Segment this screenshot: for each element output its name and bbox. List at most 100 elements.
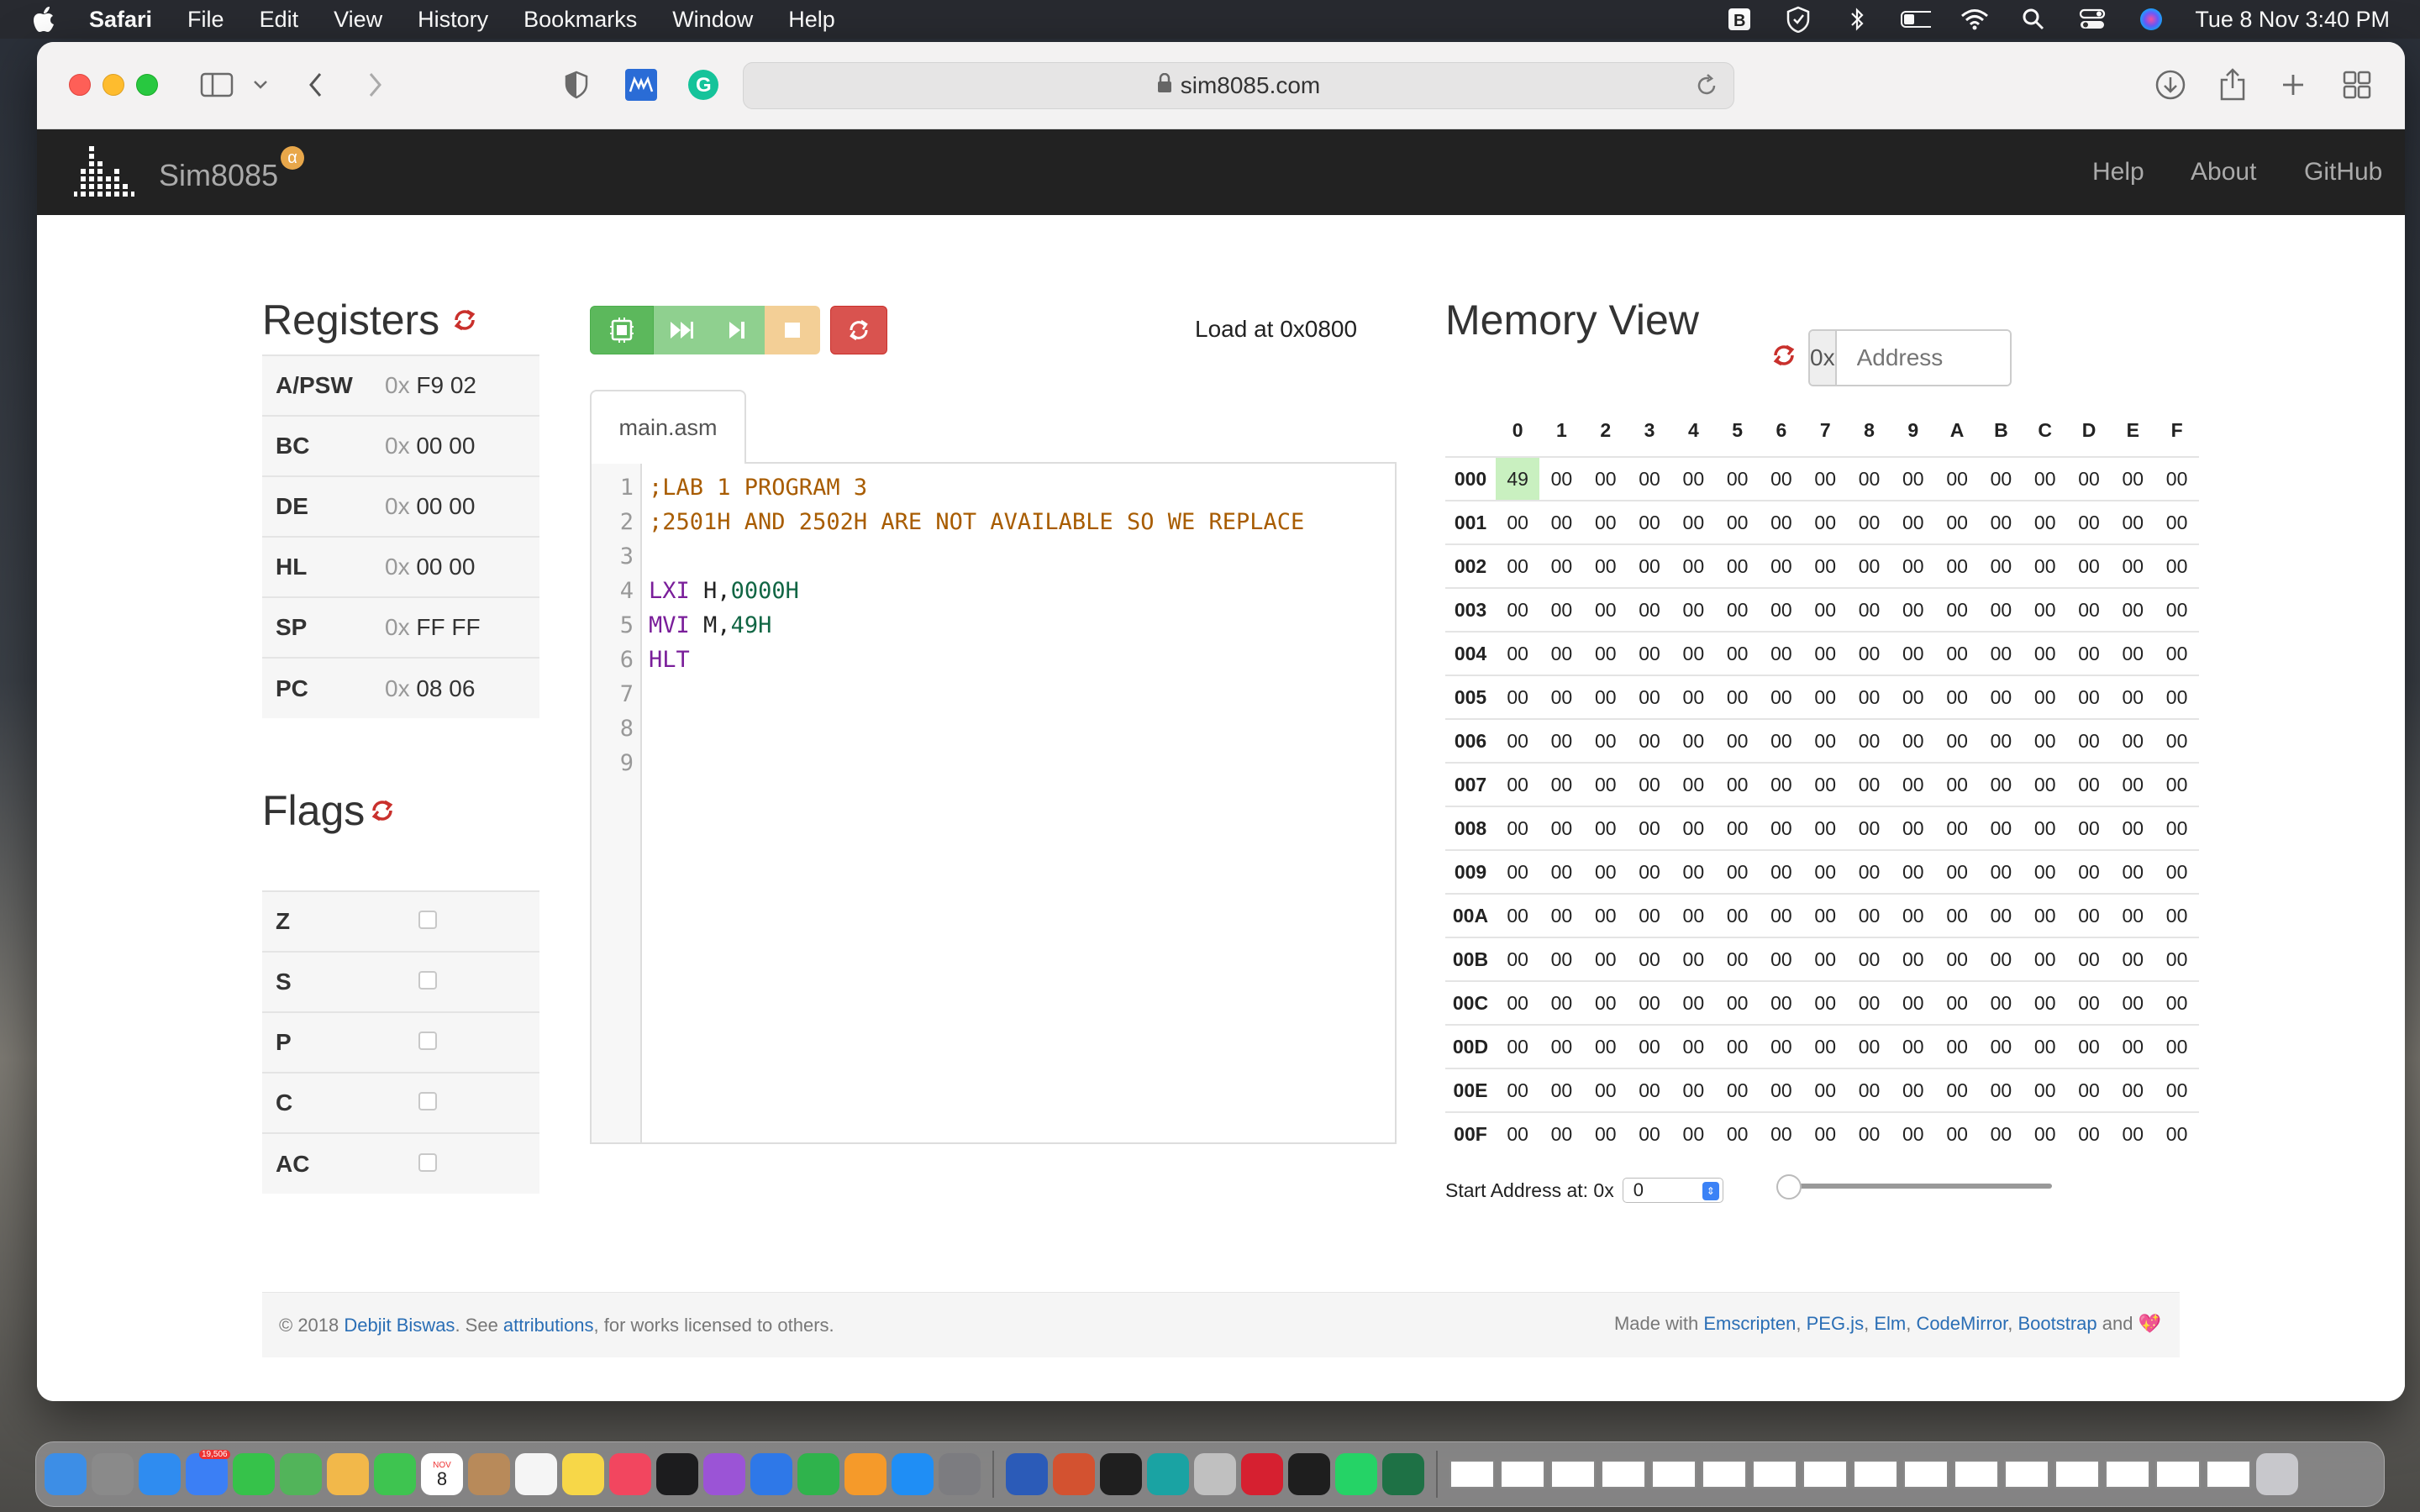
memory-cell[interactable]: 00 [1803,631,1848,675]
register-value[interactable]: FF FF [410,614,480,640]
memory-cell[interactable]: 00 [1934,1111,1980,1156]
tool-link[interactable]: PEG.js [1807,1313,1864,1334]
memory-cell[interactable]: 00 [1539,849,1584,894]
memory-cell[interactable]: 00 [1847,500,1891,544]
memory-cell[interactable]: 00 [1539,1024,1584,1068]
app-store-icon[interactable] [892,1453,934,1495]
minimized-window-thumbnail[interactable] [2206,1460,2251,1488]
memory-cell[interactable]: 00 [1496,1111,1540,1156]
memory-cell[interactable]: 00 [1847,456,1891,501]
memory-cell[interactable]: 00 [1803,456,1848,501]
memory-cell[interactable]: 00 [1539,980,1584,1025]
reminders-icon[interactable] [515,1453,557,1495]
word-icon[interactable] [1006,1453,1048,1495]
code-line[interactable]: 1 ;LAB 1 PROGRAM 3 [592,472,1395,504]
memory-cell[interactable]: 00 [1759,1024,1804,1068]
memory-cell[interactable]: 00 [2154,718,2199,763]
memory-cell[interactable]: 00 [2111,893,2155,937]
memory-cell[interactable]: 00 [2154,980,2199,1025]
memory-cell[interactable]: 00 [1979,893,2023,937]
memory-cell[interactable]: 00 [1671,718,1716,763]
memory-cell[interactable]: 00 [1803,543,1848,588]
memory-cell[interactable]: 00 [1627,587,1672,632]
memory-cell[interactable]: 00 [1539,937,1584,981]
menu-help[interactable]: Help [788,7,835,33]
photos-icon[interactable] [327,1453,369,1495]
minimized-window-thumbnail[interactable] [2004,1460,2049,1488]
memory-cell[interactable]: 00 [2111,587,2155,632]
calendar-icon[interactable]: NOV 8 [421,1453,463,1495]
memory-cell[interactable]: 00 [2066,1068,2112,1112]
flag-checkbox[interactable] [418,1152,437,1172]
memory-cell[interactable]: 00 [1627,500,1672,544]
memory-cell[interactable]: 00 [1627,543,1672,588]
memory-cell[interactable]: 00 [1803,500,1848,544]
minimized-window-thumbnail[interactable] [1601,1460,1646,1488]
memory-cell[interactable]: 00 [1496,762,1540,806]
memory-cell[interactable]: 00 [1891,1024,1935,1068]
memory-cell[interactable]: 00 [2154,1024,2199,1068]
memory-cell[interactable]: 00 [2066,893,2112,937]
memory-cell[interactable]: 00 [1539,762,1584,806]
memory-cell[interactable]: 00 [1715,849,1760,894]
register-value[interactable]: 00 00 [410,493,475,519]
address-input[interactable] [1836,331,2010,385]
memory-cell[interactable]: 00 [1627,631,1672,675]
minimized-window-thumbnail[interactable] [1702,1460,1747,1488]
memory-cell[interactable]: 00 [1847,849,1891,894]
wifi-icon[interactable] [1960,7,1990,32]
memory-cell[interactable]: 00 [1496,587,1540,632]
memory-cell[interactable]: 00 [2154,456,2199,501]
memory-cell[interactable]: 00 [1891,500,1935,544]
memory-cell[interactable]: 00 [1715,718,1760,763]
memory-cell[interactable]: 00 [1583,849,1628,894]
memory-cell[interactable]: 00 [2023,675,2067,719]
podcasts-icon[interactable] [703,1453,745,1495]
memory-cell[interactable]: 00 [1847,893,1891,937]
memory-cell[interactable]: 00 [1583,456,1628,501]
memory-cell[interactable]: 00 [1671,1024,1716,1068]
line-source[interactable]: MVI M,49H [649,610,771,642]
memory-cell[interactable]: 00 [1847,1068,1891,1112]
register-value[interactable]: 08 06 [410,675,475,701]
memory-cell[interactable]: 00 [1539,1111,1584,1156]
memory-cell[interactable]: 00 [1583,1068,1628,1112]
control-center-icon[interactable] [2077,7,2107,32]
memory-cell[interactable]: 00 [1847,1111,1891,1156]
memory-cell[interactable]: 00 [1671,762,1716,806]
whatsapp-icon[interactable] [1335,1453,1377,1495]
memory-cell[interactable]: 00 [1891,1111,1935,1156]
memory-cell[interactable]: 00 [2066,762,2112,806]
slider-thumb[interactable] [1776,1174,1802,1200]
memory-cell[interactable]: 00 [1803,980,1848,1025]
line-source[interactable]: HLT [649,644,690,676]
memory-cell[interactable]: 00 [1847,980,1891,1025]
apple-icon[interactable] [30,4,60,34]
memory-cell[interactable]: 00 [1671,631,1716,675]
memory-cell[interactable]: 00 [1759,500,1804,544]
memory-cell[interactable]: 00 [1496,849,1540,894]
memory-cell[interactable]: 00 [1847,718,1891,763]
memory-cell[interactable]: 00 [1759,543,1804,588]
tab-main-asm[interactable]: main.asm [590,390,746,464]
memory-cell[interactable]: 00 [1759,762,1804,806]
memory-cell[interactable]: 00 [2023,849,2067,894]
memory-cell[interactable]: 00 [1715,500,1760,544]
memory-cell[interactable]: 00 [1583,937,1628,981]
chevron-down-icon[interactable] [252,67,269,102]
memory-cell[interactable]: 00 [1891,675,1935,719]
memory-cell[interactable]: 00 [1539,893,1584,937]
memory-cell[interactable]: 00 [1583,1024,1628,1068]
memory-cell[interactable]: 00 [1979,1111,2023,1156]
memory-cell[interactable]: 00 [2066,849,2112,894]
menu-file[interactable]: File [187,7,224,33]
tv-icon[interactable] [656,1453,698,1495]
memory-cell[interactable]: 00 [1496,806,1540,850]
memory-cell[interactable]: 00 [2111,980,2155,1025]
memory-cell[interactable]: 00 [1891,893,1935,937]
memory-cell[interactable]: 00 [2111,762,2155,806]
memory-cell[interactable]: 00 [1627,849,1672,894]
memory-cell[interactable]: 00 [1759,980,1804,1025]
bluetooth-icon[interactable] [1842,7,1872,32]
memory-cell[interactable]: 00 [1759,675,1804,719]
